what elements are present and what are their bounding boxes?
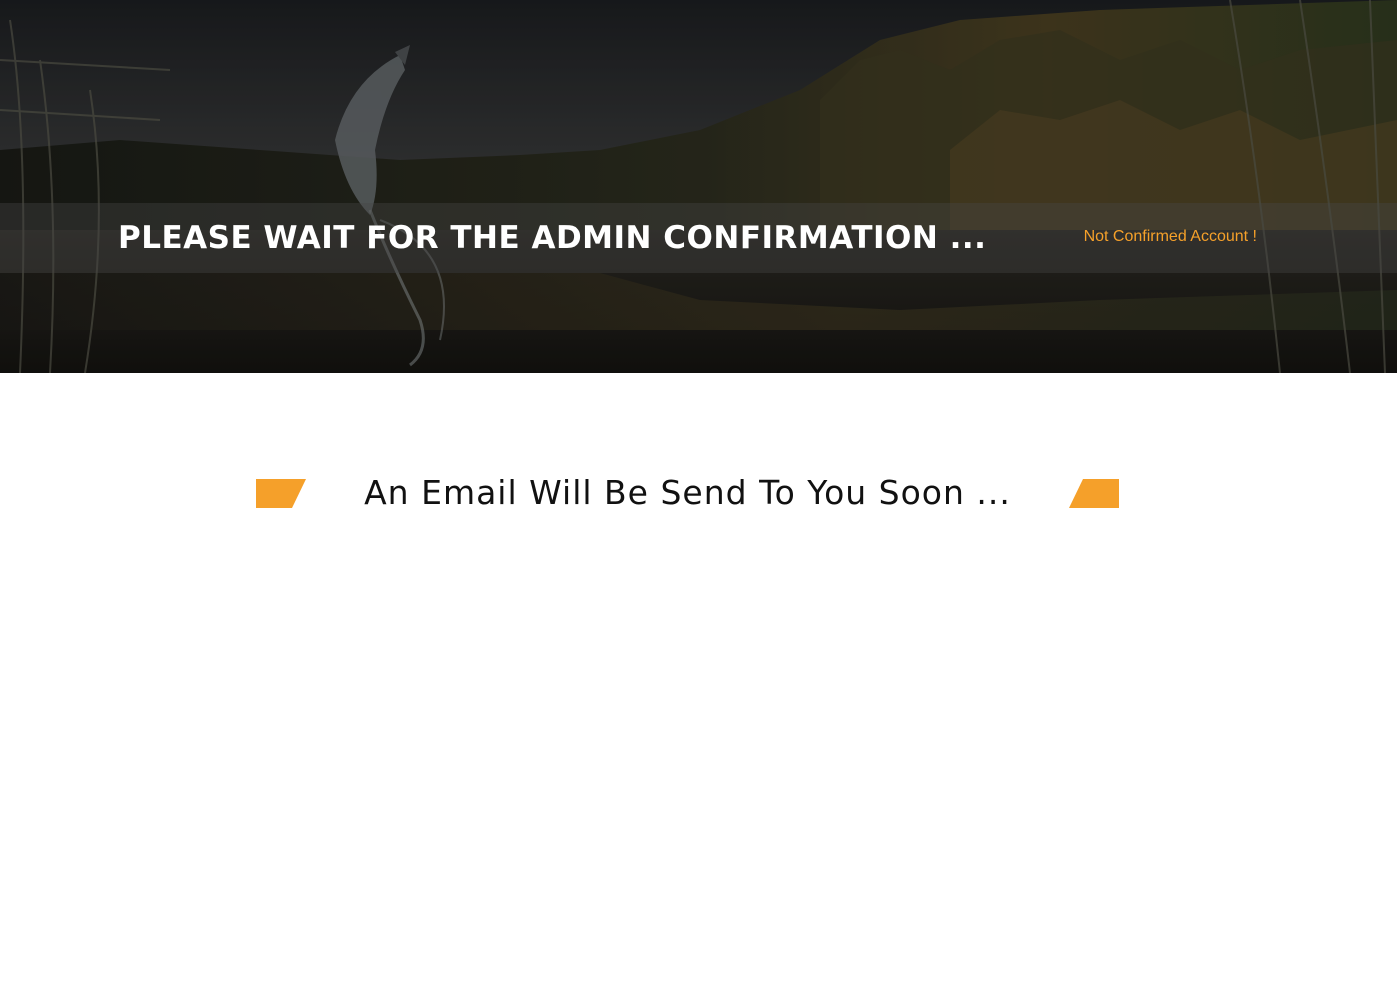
message-inner: An Email Will Be Send To You Soon ... [256,470,1119,516]
hero-overlay [0,0,1397,373]
banner-title: PLEASE WAIT FOR THE ADMIN CONFIRMATION .… [118,220,987,256]
left-parallelogram-decoration [256,478,306,508]
email-notice-heading: An Email Will Be Send To You Soon ... [364,473,1011,512]
account-status-label: Not Confirmed Account ! [1083,228,1257,245]
hero-banner: PLEASE WAIT FOR THE ADMIN CONFIRMATION .… [0,0,1397,373]
message-section: An Email Will Be Send To You Soon ... [0,470,1397,516]
right-parallelogram-decoration [1068,478,1119,508]
